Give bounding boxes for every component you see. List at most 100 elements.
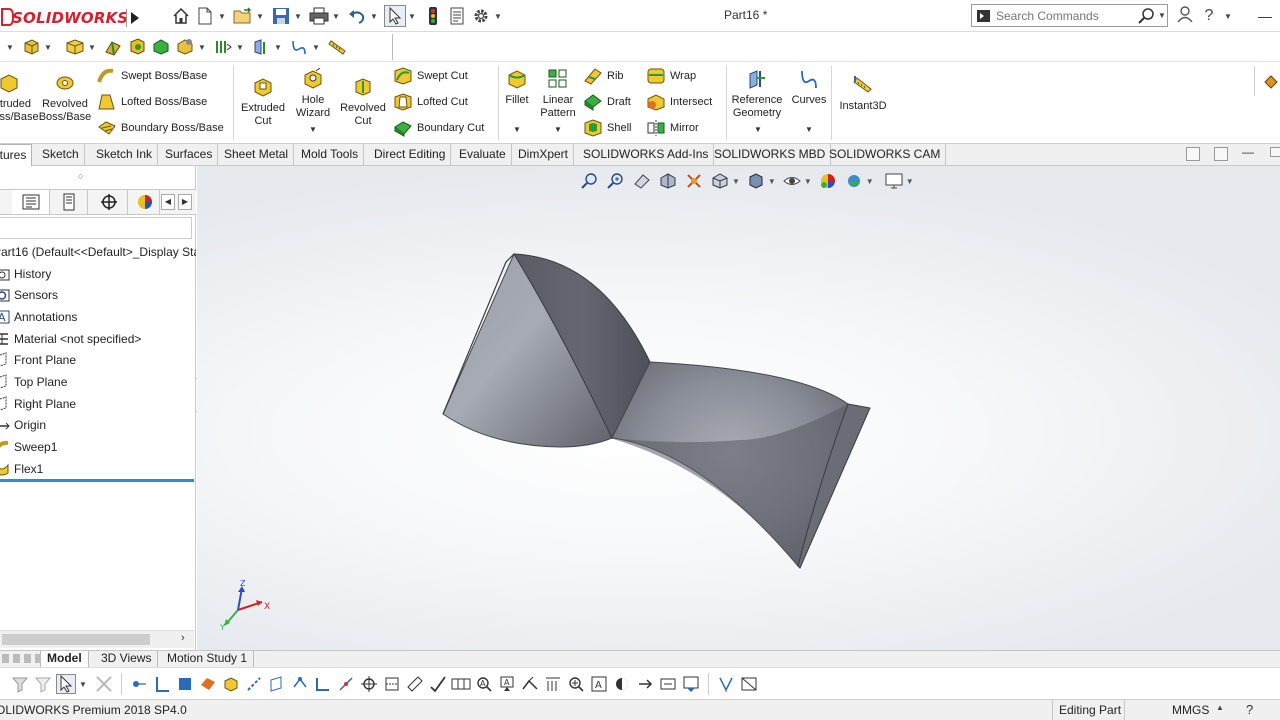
scroll-right-icon[interactable]: › (181, 632, 185, 644)
filter-vertices-icon[interactable] (129, 674, 149, 694)
filter-notes-icon[interactable]: A (474, 674, 494, 694)
reference-plane-icon[interactable] (250, 36, 272, 58)
edit-appearance-icon[interactable] (818, 171, 838, 191)
hole-wizard-button[interactable]: Hole Wizard (290, 68, 336, 120)
filter-mates-icon[interactable] (716, 674, 736, 694)
boundary-cut-button[interactable]: Boundary Cut (393, 118, 484, 138)
chevron-down-icon[interactable]: ▼ (408, 5, 416, 27)
tab-evaluate[interactable]: Evaluate (454, 144, 512, 165)
filter-faces-icon[interactable] (175, 674, 195, 694)
filter-surface-finish-icon[interactable] (428, 674, 448, 694)
next-tab-icon[interactable] (24, 654, 31, 663)
chevron-down-icon[interactable]: ▼ (1158, 11, 1166, 20)
swept-boss-button[interactable]: Swept Boss/Base (97, 66, 207, 86)
tree-item-top-plane[interactable]: Top Plane (0, 371, 196, 393)
tree-item-sensors[interactable]: Sensors (0, 284, 196, 306)
search-commands-box[interactable]: ▼ (971, 4, 1168, 27)
file-properties-icon[interactable] (446, 5, 468, 27)
first-tab-icon[interactable] (2, 654, 9, 663)
zoom-to-fit-icon[interactable] (580, 171, 600, 191)
curves-button[interactable]: Curves (789, 68, 829, 107)
tree-root-part[interactable]: Part16 (Default<<Default>_Display State (0, 241, 196, 263)
chevron-down-icon[interactable]: ▼ (804, 177, 812, 186)
reference-geometry-button[interactable]: Reference Geometry (730, 68, 784, 120)
filter-centerline-icon[interactable] (382, 674, 402, 694)
extruded-boss-button[interactable]: Extruded Boss/Base (0, 72, 39, 124)
chevron-down-icon[interactable]: ▼ (309, 125, 317, 134)
shell-button[interactable]: Shell (583, 118, 631, 138)
hide-show-items-icon[interactable] (782, 171, 802, 191)
tree-item-flex1[interactable]: Flex1 (0, 458, 196, 480)
display-style-icon[interactable] (64, 36, 86, 58)
filter-sketch-segments-icon[interactable] (313, 674, 333, 694)
view-orientation-icon[interactable] (710, 171, 730, 191)
options-gear-icon[interactable] (470, 5, 492, 27)
panel-grip-icon[interactable]: ○ (78, 171, 83, 181)
revolved-cut-button[interactable]: Revolved Cut (338, 76, 388, 128)
tab-features[interactable]: Features (0, 144, 32, 166)
instant3d-button[interactable]: Instant3D (836, 74, 890, 113)
tab-3d-views[interactable]: 3D Views (95, 651, 159, 668)
tab-motion-study-1[interactable]: Motion Study 1 (161, 651, 255, 668)
chevron-down-icon[interactable]: ▼ (256, 5, 264, 27)
swept-cut-button[interactable]: Swept Cut (393, 66, 468, 86)
search-input[interactable] (996, 7, 1126, 25)
solidworks-logo[interactable]: DS SOLIDWORKS (0, 6, 146, 28)
tab-solidworks-mbd[interactable]: SOLIDWORKS MBD (709, 144, 832, 165)
draft-button[interactable]: Draft (583, 92, 631, 112)
filter-sketch-points-icon[interactable] (290, 674, 310, 694)
save-icon[interactable] (270, 5, 292, 27)
revolved-boss-button[interactable]: Revolved Boss/Base (38, 72, 92, 124)
restore-window-icon[interactable] (1270, 147, 1280, 157)
wrap-button[interactable]: Wrap (646, 66, 696, 86)
chevron-down-icon[interactable]: ▼ (44, 36, 52, 58)
previous-tab-icon[interactable] (13, 654, 20, 663)
chevron-down-icon[interactable]: ▼ (6, 36, 14, 58)
tab-sketch[interactable]: Sketch (37, 144, 85, 165)
undo-icon[interactable] (346, 5, 368, 27)
chevron-down-icon[interactable]: ▼ (732, 177, 740, 186)
tab-surfaces[interactable]: Surfaces (160, 144, 219, 165)
help-icon[interactable]: ? (1246, 702, 1253, 717)
filter-solid-bodies-icon[interactable] (221, 674, 241, 694)
view-settings-icon[interactable] (174, 36, 196, 58)
extruded-cut-button[interactable]: Extruded Cut (238, 76, 288, 128)
previous-view-icon[interactable] (632, 171, 652, 191)
chevron-down-icon[interactable]: ▼ (494, 5, 502, 27)
filter-center-marks-icon[interactable] (359, 674, 379, 694)
lofted-boss-button[interactable]: Lofted Boss/Base (97, 92, 207, 112)
unit-system[interactable]: MMGS (1172, 703, 1209, 717)
section-view-icon[interactable] (658, 171, 678, 191)
minimize-icon[interactable]: — (1242, 146, 1256, 161)
chevron-down-icon[interactable]: ▼ (332, 5, 340, 27)
filter-connection-points-icon[interactable] (681, 674, 701, 694)
filter-axes-icon[interactable] (244, 674, 264, 694)
fillet-button[interactable]: Fillet (502, 68, 532, 107)
tab-sketch-ink[interactable]: Sketch Ink (91, 144, 159, 165)
rib-button[interactable]: Rib (583, 66, 624, 86)
apply-scene-icon[interactable] (844, 171, 864, 191)
chevron-down-icon[interactable]: ▼ (754, 125, 762, 134)
filter-midpoints-icon[interactable] (336, 674, 356, 694)
twisted-part-model[interactable] (430, 240, 890, 580)
user-icon[interactable] (1176, 5, 1194, 28)
filter-surface-bodies-icon[interactable] (198, 674, 218, 694)
apply-scene-icon[interactable] (150, 36, 172, 58)
rollback-bar[interactable] (0, 479, 194, 482)
filter-blocks-icon[interactable]: A (589, 674, 609, 694)
previous-panel-icon[interactable] (1186, 147, 1200, 161)
filter-planes-icon[interactable] (267, 674, 287, 694)
tree-item-front-plane[interactable]: Front Plane (0, 349, 196, 371)
filter-toggle-icon[interactable] (10, 674, 30, 694)
chevron-down-icon[interactable]: ▼ (866, 177, 874, 186)
scrollbar-thumb[interactable] (2, 634, 150, 645)
edit-appearance-icon[interactable] (126, 36, 148, 58)
feature-manager-tab[interactable] (12, 190, 50, 214)
open-icon[interactable] (232, 5, 254, 27)
dynamic-annotation-icon[interactable] (684, 171, 704, 191)
ribbon-overflow[interactable] (1254, 66, 1280, 96)
tree-item-material[interactable]: Material <not specified> (0, 328, 196, 350)
filter-dimensions-icon[interactable] (405, 674, 425, 694)
chevron-down-icon[interactable]: ▼ (236, 36, 244, 58)
chevron-down-icon[interactable]: ▼ (312, 36, 320, 58)
